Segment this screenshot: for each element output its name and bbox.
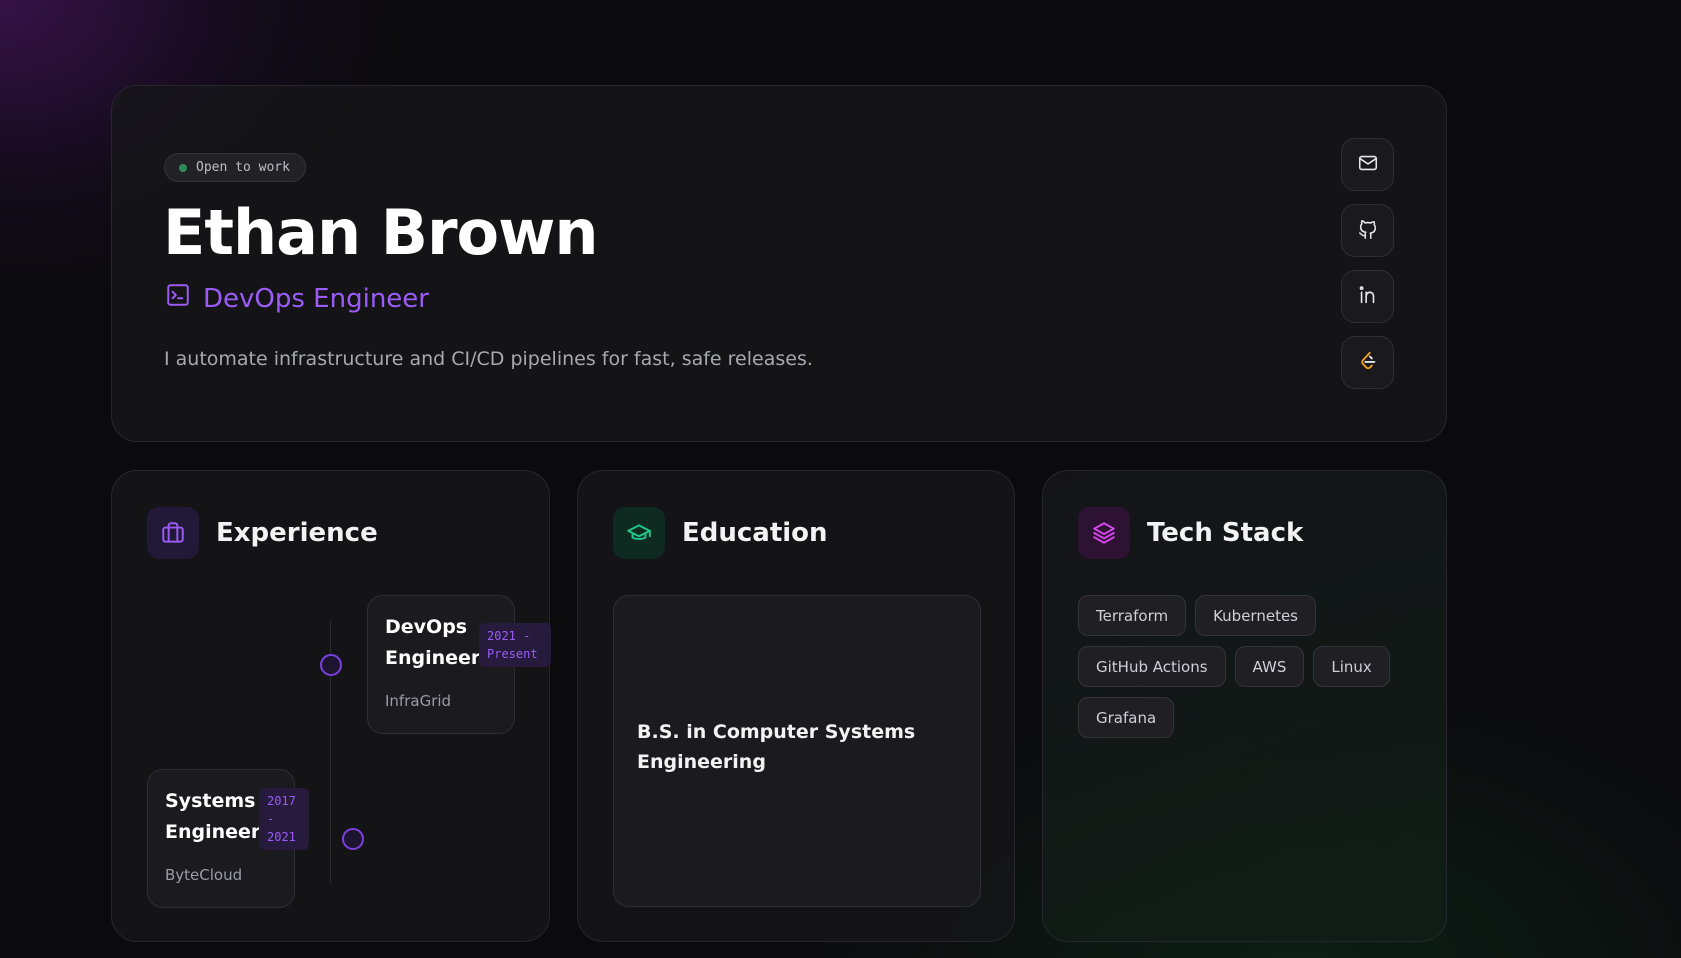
job-card[interactable]: DevOps Engineer InfraGrid 2021 - Present [367,595,551,734]
education-title: Education [682,518,828,548]
tech-tag-list: Terraform Kubernetes GitHub Actions AWS … [1078,595,1418,738]
profile-hero-card: Open to work Ethan Brown DevOps Engineer… [111,85,1447,442]
experience-title: Experience [216,518,378,548]
graduation-cap-icon [613,507,665,559]
education-item[interactable]: B.S. in Computer Systems Engineering [613,595,981,907]
leetcode-button[interactable] [1341,336,1394,389]
tech-tag[interactable]: Grafana [1078,697,1175,738]
tech-tag[interactable]: AWS [1234,646,1305,687]
github-button[interactable] [1341,204,1394,257]
tech-tag[interactable]: Terraform [1078,595,1187,636]
job-title: Systems Engineer [165,790,261,843]
job-company: ByteCloud [165,866,243,884]
mail-icon [1357,152,1379,178]
briefcase-icon [147,507,199,559]
education-card: Education B.S. in Computer Systems Engin… [577,470,1015,942]
tech-stack-card: Tech Stack Terraform Kubernetes GitHub A… [1042,470,1447,942]
email-button[interactable] [1341,138,1394,191]
status-dot [179,163,187,172]
profile-role: DevOps Engineer [165,282,429,315]
tech-tag[interactable]: Kubernetes [1195,595,1316,636]
tech-tag[interactable]: GitHub Actions [1078,646,1226,687]
tech-stack-title: Tech Stack [1147,518,1304,548]
github-icon [1357,218,1379,244]
leetcode-icon [1357,350,1379,376]
layers-icon [1078,507,1130,559]
timeline-dot [342,828,364,850]
terminal-icon [165,282,191,315]
linkedin-button[interactable] [1341,270,1394,323]
tech-stack-header: Tech Stack [1078,507,1303,559]
timeline-dot [320,654,342,676]
experience-card: Experience DevOps Engineer InfraGrid 202… [111,470,551,942]
linkedin-icon [1357,284,1379,310]
degree-title: B.S. in Computer Systems Engineering [637,721,916,773]
profile-name: Ethan Brown [163,196,599,269]
job-years: 2021 - Present [479,623,551,667]
experience-header: Experience [147,507,378,559]
job-company: InfraGrid [385,692,452,710]
job-years: 2017 - 2021 [259,788,309,850]
job-title: DevOps Engineer [385,616,481,669]
status-text: Open to work [196,160,290,175]
education-header: Education [613,507,828,559]
role-text: DevOps Engineer [203,283,429,314]
job-card[interactable]: Systems Engineer ByteCloud 2017 - 2021 [147,769,309,908]
tech-tag[interactable]: Linux [1313,646,1390,687]
status-badge: Open to work [164,153,306,182]
profile-description: I automate infrastructure and CI/CD pipe… [164,348,813,370]
